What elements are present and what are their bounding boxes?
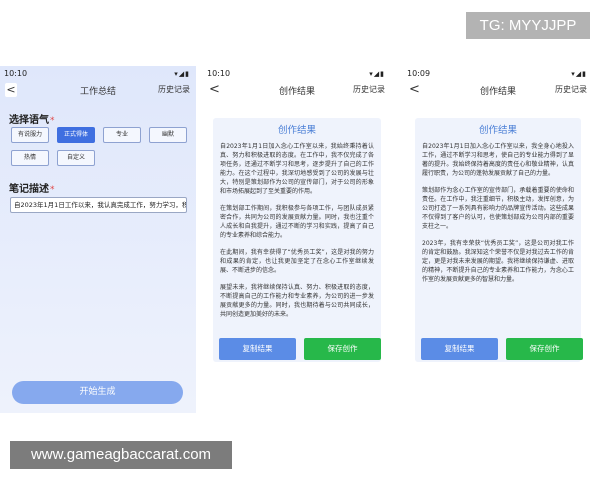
phone-screen-result-2: 10:09 ▾◢▮ < 创作结果 历史记录 创作结果 自2023年1月1日加入念… — [403, 66, 593, 413]
nav-bar: < 创作结果 历史记录 — [403, 81, 593, 99]
result-paragraph: 在此期间，我有幸获得了“优秀员工奖”，这是对我的努力和成果的肯定，也让我更加坚定… — [220, 249, 374, 274]
nav-bar: < 工作总结 历史记录 — [0, 81, 196, 99]
card-title: 创作结果 — [478, 125, 517, 136]
copy-result-button[interactable]: 复制结果 — [421, 338, 498, 360]
result-paragraph: 2023年，我有幸荣获“优秀员工奖”，这是公司对我工作的肯定和鼓励。我深知这个荣… — [422, 240, 574, 283]
save-creation-button[interactable]: 保存创作 — [304, 338, 381, 360]
back-icon[interactable]: < — [409, 82, 420, 98]
card-title: 创作结果 — [277, 125, 316, 136]
watermark-bottom: www.gameagbaccarat.com — [10, 441, 232, 469]
status-bar: 10:10 ▾◢▮ — [0, 66, 196, 81]
result-paragraph: 自2023年1月1日加入念心工作室以来，我全身心地投入工作，通过不断学习和思考，… — [422, 143, 574, 177]
status-time: 10:10 — [207, 69, 231, 78]
tone-chip-custom[interactable]: 自定义 — [57, 150, 95, 166]
note-section-label: 笔记描述* — [9, 180, 55, 195]
history-link[interactable]: 历史记录 — [353, 84, 385, 95]
back-icon[interactable]: < — [209, 82, 220, 98]
result-paragraph: 自2023年1月1日加入念心工作室以来，我始终秉持着认真、努力和积极进取的态度。… — [220, 143, 374, 195]
history-link[interactable]: 历史记录 — [158, 84, 190, 95]
tone-section-label: 选择语气* — [9, 111, 55, 126]
tone-chip-humorous[interactable]: 幽默 — [149, 127, 187, 143]
status-icons: ▾◢▮ — [174, 69, 190, 78]
nav-bar: < 创作结果 历史记录 — [203, 81, 391, 99]
phone-screen-result-1: 10:10 ▾◢▮ < 创作结果 历史记录 创作结果 自2023年1月1日加入念… — [203, 66, 391, 413]
copy-result-button[interactable]: 复制结果 — [219, 338, 296, 360]
save-creation-button[interactable]: 保存创作 — [506, 338, 583, 360]
tone-options: 有说服力 正式得体 专业 幽默 热情 自定义 — [11, 127, 189, 166]
status-icons: ▾◢▮ — [369, 69, 385, 78]
status-bar: 10:09 ▾◢▮ — [403, 66, 593, 81]
phone-screen-form: 10:10 ▾◢▮ < 工作总结 历史记录 选择语气* 有说服力 正式得体 专业… — [0, 66, 196, 413]
result-paragraph: 展望未来，我将继续保持认真、努力、积极进取的态度，不断提高自己的工作能力和专业素… — [220, 284, 374, 318]
status-time: 10:09 — [407, 69, 431, 78]
start-generate-button[interactable]: 开始生成 — [12, 381, 183, 404]
status-icons: ▾◢▮ — [571, 69, 587, 78]
result-paragraph: 策划部作为念心工作室的宣传部门，承载着重要的使命和责任。在工作中，我注重细节，积… — [422, 187, 574, 230]
watermark-top: TG: MYYJJPP — [466, 12, 590, 39]
back-icon[interactable]: < — [5, 83, 17, 97]
status-bar: 10:10 ▾◢▮ — [203, 66, 391, 81]
required-mark: * — [50, 116, 55, 126]
tone-chip-enthusiastic[interactable]: 热情 — [11, 150, 49, 166]
result-paragraph: 在策划部工作期间，我积极参与各项工作，与团队成员紧密合作，共同为公司的发展贡献力… — [220, 205, 374, 239]
tone-label-text: 选择语气 — [9, 115, 49, 126]
history-link[interactable]: 历史记录 — [555, 84, 587, 95]
result-card: 创作结果 自2023年1月1日加入念心工作室以来，我始终秉持着认真、努力和积极进… — [213, 118, 381, 362]
tone-chip-formal[interactable]: 正式得体 — [57, 127, 95, 143]
required-mark: * — [50, 185, 55, 195]
result-card: 创作结果 自2023年1月1日加入念心工作室以来，我全身心地投入工作，通过不断学… — [415, 118, 581, 362]
tone-chip-professional[interactable]: 专业 — [103, 127, 141, 143]
note-input[interactable]: 自2023年1月1日工作以来，我认真完成工作，努力学习，积 — [10, 197, 187, 213]
tone-chip-persuasive[interactable]: 有说服力 — [11, 127, 49, 143]
status-time: 10:10 — [4, 69, 28, 78]
note-label-text: 笔记描述 — [9, 184, 49, 195]
